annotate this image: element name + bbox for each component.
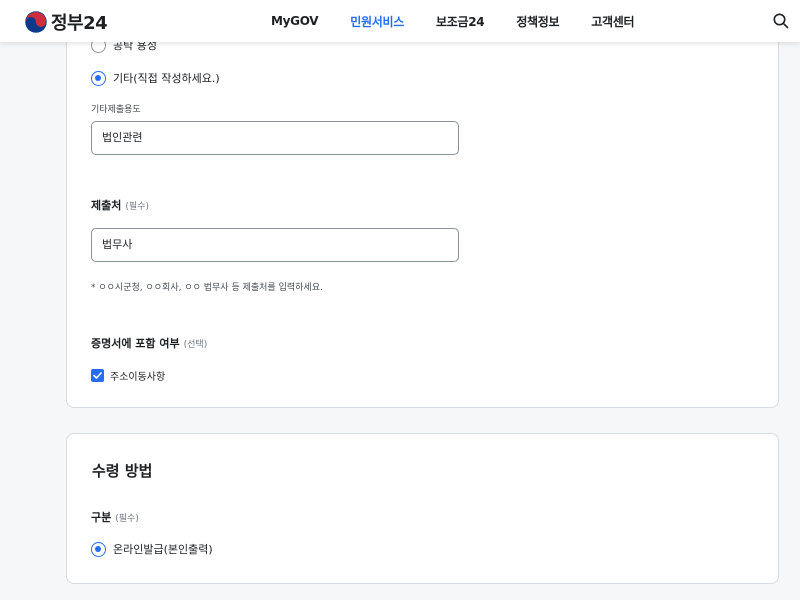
search-icon xyxy=(773,13,789,29)
nav-item-subsidy24[interactable]: 보조금24 xyxy=(436,13,485,30)
include-label: 증명서에 포함 여부 (선택) xyxy=(91,335,207,351)
receive-method-card xyxy=(66,433,779,584)
address-history-option[interactable]: 주소이동사항 xyxy=(91,368,165,383)
radio-button-checked[interactable] xyxy=(91,70,106,86)
taegeuk-logo-icon xyxy=(24,10,48,34)
radio-button-checked[interactable] xyxy=(91,541,106,557)
receive-type-label-text: 구분 xyxy=(91,511,112,524)
purpose-option-other[interactable]: 기타(직접 작성하세요.) xyxy=(91,70,220,86)
receive-method-title: 수령 방법 xyxy=(92,462,153,480)
required-marker: (필수) xyxy=(115,514,139,524)
address-history-checkbox[interactable] xyxy=(91,369,104,382)
submit-to-input[interactable]: 법무사 xyxy=(91,228,459,262)
submit-to-label: 제출처 (필수) xyxy=(91,197,149,213)
nav-item-civil-services[interactable]: 민원서비스 xyxy=(350,13,404,30)
nav-item-mygov[interactable]: MyGOV xyxy=(271,14,319,28)
submit-to-label-text: 제출처 xyxy=(91,199,122,212)
other-purpose-field-label: 기타제출용도 xyxy=(91,105,141,115)
search-button[interactable] xyxy=(772,12,790,30)
purpose-option-other-label: 기타(직접 작성하세요.) xyxy=(113,72,220,85)
logo-text: 정부24 xyxy=(51,13,108,34)
include-label-text: 증명서에 포함 여부 xyxy=(91,337,180,350)
receive-option-online[interactable]: 온라인발급(본인출력) xyxy=(91,541,213,557)
checkmark-icon xyxy=(93,372,102,379)
submit-to-hint: * ㅇㅇ시군청, ㅇㅇ회사, ㅇㅇ 법무사 등 제출처를 입력하세요. xyxy=(91,283,323,293)
required-marker: (필수) xyxy=(125,202,149,212)
address-history-label: 주소이동사항 xyxy=(110,372,166,383)
receive-option-online-label: 온라인발급(본인출력) xyxy=(113,543,213,556)
main-nav: MyGOV 민원서비스 보조금24 정책정보 고객센터 xyxy=(271,0,666,42)
nav-item-policy-info[interactable]: 정책정보 xyxy=(516,13,559,30)
nav-item-customer-center[interactable]: 고객센터 xyxy=(591,13,634,30)
other-purpose-input[interactable]: 법인관련 xyxy=(91,121,459,155)
top-header: 정부24 MyGOV 민원서비스 보조금24 정책정보 고객센터 xyxy=(0,0,800,42)
optional-marker: (선택) xyxy=(183,340,208,350)
gov24-logo[interactable]: 정부24 xyxy=(24,9,108,35)
receive-type-label: 구분 (필수) xyxy=(91,509,139,525)
